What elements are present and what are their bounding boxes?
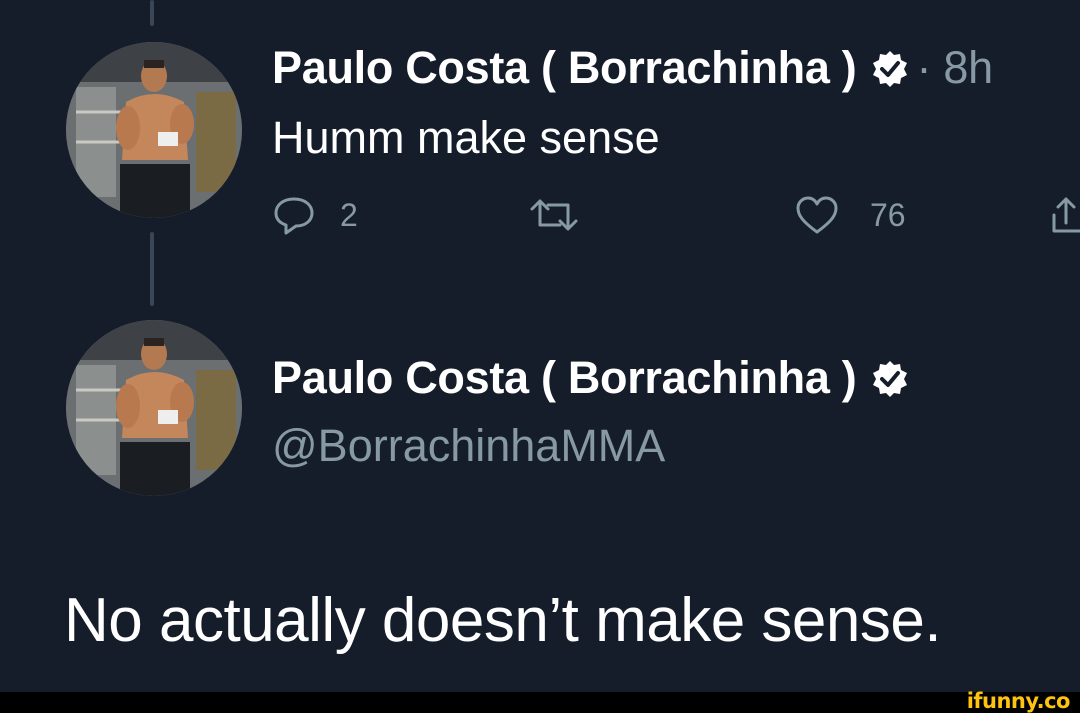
reply-count: 2: [340, 196, 358, 233]
tweet-timestamp[interactable]: 8h: [943, 42, 993, 93]
verified-badge-icon: [870, 48, 910, 88]
profile-avatar[interactable]: [66, 320, 242, 496]
caption-text: No actually doesn’t make sense.: [64, 586, 942, 655]
watermark-bar: ifunny.co: [0, 689, 1080, 713]
time-separator: ·: [916, 42, 932, 93]
share-button[interactable]: [1052, 193, 1080, 237]
profile-name[interactable]: Paulo Costa ( Borrachinha ): [272, 352, 857, 404]
author-name[interactable]: Paulo Costa ( Borrachinha ): [272, 42, 857, 94]
author-name-row[interactable]: Paulo Costa ( Borrachinha ) · 8h: [272, 42, 993, 94]
retweet-button[interactable]: [526, 193, 598, 237]
reply-icon: [272, 193, 316, 237]
like-count: 76: [870, 196, 906, 233]
avatar-photo: [66, 42, 242, 218]
avatar[interactable]: [66, 42, 242, 218]
verified-badge-icon: [870, 358, 910, 398]
tweet-text: Humm make sense: [272, 112, 660, 163]
tweet-actions: 2 76: [0, 193, 1080, 253]
share-icon: [1052, 193, 1080, 237]
retweet-icon: [526, 193, 582, 237]
profile-handle[interactable]: @BorrachinhaMMA: [272, 420, 665, 472]
like-button[interactable]: 76: [794, 193, 906, 237]
profile-name-row[interactable]: Paulo Costa ( Borrachinha ): [272, 352, 910, 404]
watermark-logo: ifunny.co: [966, 689, 1071, 713]
like-icon: [794, 193, 840, 237]
reply-button[interactable]: 2: [272, 193, 358, 237]
thread-line-top: [150, 0, 154, 26]
avatar-photo: [66, 320, 242, 496]
